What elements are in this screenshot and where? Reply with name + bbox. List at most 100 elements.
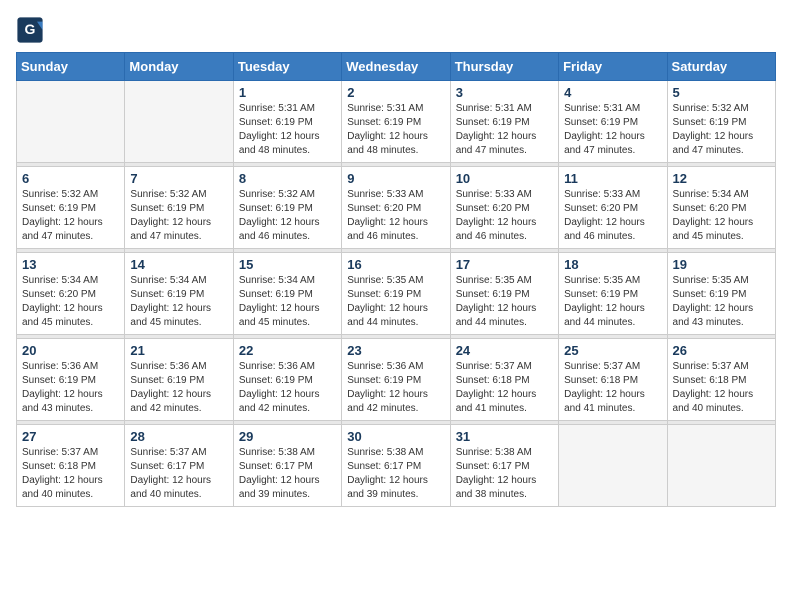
- calendar-day: 24 Sunrise: 5:37 AM Sunset: 6:18 PM Dayli…: [450, 339, 558, 421]
- day-number: 26: [673, 343, 770, 358]
- day-info: Sunrise: 5:32 AM Sunset: 6:19 PM Dayligh…: [239, 188, 336, 244]
- calendar-day: 21Sunrise: 5:36 AM Sunset: 6:19 PM Dayli…: [125, 339, 233, 421]
- day-number: 24: [456, 343, 553, 358]
- day-header-thursday: Thursday: [450, 53, 558, 81]
- day-info: Sunrise: 5:37 AM Sunset: 6:18 PM Dayligh…: [22, 446, 119, 502]
- day-number: 8: [239, 171, 336, 186]
- day-info: Sunrise: 5:33 AM Sunset: 6:20 PM Dayligh…: [347, 188, 444, 244]
- day-info: Sunrise: 5:37 AM Sunset: 6:18 PM Dayligh…: [564, 360, 661, 416]
- day-number: 10: [456, 171, 553, 186]
- day-info: Sunrise: 5:34 AM Sunset: 6:20 PM Dayligh…: [22, 274, 119, 330]
- calendar-day: 27 Sunrise: 5:37 AM Sunset: 6:18 PM Dayli…: [17, 425, 125, 507]
- day-number: 2: [347, 85, 444, 100]
- day-info: Sunrise: 5:31 AM Sunset: 6:19 PM Dayligh…: [347, 102, 444, 158]
- calendar-week-1: 1 Sunrise: 5:31 AM Sunset: 6:19 PM Daylig…: [17, 81, 776, 163]
- calendar-body: 1 Sunrise: 5:31 AM Sunset: 6:19 PM Daylig…: [17, 81, 776, 507]
- calendar-day: 10 Sunrise: 5:33 AM Sunset: 6:20 PM Dayli…: [450, 167, 558, 249]
- calendar-day: 8 Sunrise: 5:32 AM Sunset: 6:19 PM Daylig…: [233, 167, 341, 249]
- calendar-day: [17, 81, 125, 163]
- day-info: Sunrise: 5:35 AM Sunset: 6:19 PM Dayligh…: [456, 274, 553, 330]
- day-info: Sunrise: 5:32 AM Sunset: 6:19 PM Dayligh…: [130, 188, 227, 244]
- day-number: 15: [239, 257, 336, 272]
- day-number: 31: [456, 429, 553, 444]
- day-header-friday: Friday: [559, 53, 667, 81]
- calendar-week-5: 27 Sunrise: 5:37 AM Sunset: 6:18 PM Dayli…: [17, 425, 776, 507]
- day-info: Sunrise: 5:38 AM Sunset: 6:17 PM Dayligh…: [456, 446, 553, 502]
- day-info: Sunrise: 5:31 AM Sunset: 6:19 PM Dayligh…: [564, 102, 661, 158]
- calendar-day: 4Sunrise: 5:31 AM Sunset: 6:19 PM Daylig…: [559, 81, 667, 163]
- day-info: Sunrise: 5:31 AM Sunset: 6:19 PM Dayligh…: [239, 102, 336, 158]
- calendar-week-4: 20Sunrise: 5:36 AM Sunset: 6:19 PM Dayli…: [17, 339, 776, 421]
- calendar-day: 29 Sunrise: 5:38 AM Sunset: 6:17 PM Dayli…: [233, 425, 341, 507]
- calendar-day: 18 Sunrise: 5:35 AM Sunset: 6:19 PM Dayli…: [559, 253, 667, 335]
- day-info: Sunrise: 5:36 AM Sunset: 6:19 PM Dayligh…: [22, 360, 119, 416]
- day-number: 16: [347, 257, 444, 272]
- calendar-day: 6 Sunrise: 5:32 AM Sunset: 6:19 PM Daylig…: [17, 167, 125, 249]
- day-info: Sunrise: 5:34 AM Sunset: 6:19 PM Dayligh…: [130, 274, 227, 330]
- day-number: 25: [564, 343, 661, 358]
- day-header-sunday: Sunday: [17, 53, 125, 81]
- day-number: 19: [673, 257, 770, 272]
- day-info: Sunrise: 5:36 AM Sunset: 6:19 PM Dayligh…: [347, 360, 444, 416]
- calendar-day: 5 Sunrise: 5:32 AM Sunset: 6:19 PM Daylig…: [667, 81, 775, 163]
- day-info: Sunrise: 5:35 AM Sunset: 6:19 PM Dayligh…: [347, 274, 444, 330]
- day-number: 23: [347, 343, 444, 358]
- day-info: Sunrise: 5:34 AM Sunset: 6:20 PM Dayligh…: [673, 188, 770, 244]
- calendar-day: 22 Sunrise: 5:36 AM Sunset: 6:19 PM Dayli…: [233, 339, 341, 421]
- day-number: 1: [239, 85, 336, 100]
- day-info: Sunrise: 5:36 AM Sunset: 6:19 PM Dayligh…: [239, 360, 336, 416]
- calendar-day: 30Sunrise: 5:38 AM Sunset: 6:17 PM Dayli…: [342, 425, 450, 507]
- calendar-day: 12Sunrise: 5:34 AM Sunset: 6:20 PM Dayli…: [667, 167, 775, 249]
- calendar-day: 25 Sunrise: 5:37 AM Sunset: 6:18 PM Dayli…: [559, 339, 667, 421]
- calendar-header-row: SundayMondayTuesdayWednesdayThursdayFrid…: [17, 53, 776, 81]
- day-info: Sunrise: 5:37 AM Sunset: 6:18 PM Dayligh…: [673, 360, 770, 416]
- day-info: Sunrise: 5:31 AM Sunset: 6:19 PM Dayligh…: [456, 102, 553, 158]
- day-number: 9: [347, 171, 444, 186]
- svg-text:G: G: [25, 21, 36, 37]
- calendar-day: 19 Sunrise: 5:35 AM Sunset: 6:19 PM Dayli…: [667, 253, 775, 335]
- day-info: Sunrise: 5:32 AM Sunset: 6:19 PM Dayligh…: [22, 188, 119, 244]
- calendar-table: SundayMondayTuesdayWednesdayThursdayFrid…: [16, 52, 776, 507]
- day-info: Sunrise: 5:34 AM Sunset: 6:19 PM Dayligh…: [239, 274, 336, 330]
- calendar-day: 9 Sunrise: 5:33 AM Sunset: 6:20 PM Daylig…: [342, 167, 450, 249]
- day-number: 14: [130, 257, 227, 272]
- day-info: Sunrise: 5:37 AM Sunset: 6:17 PM Dayligh…: [130, 446, 227, 502]
- day-info: Sunrise: 5:32 AM Sunset: 6:19 PM Dayligh…: [673, 102, 770, 158]
- day-info: Sunrise: 5:38 AM Sunset: 6:17 PM Dayligh…: [347, 446, 444, 502]
- day-info: Sunrise: 5:33 AM Sunset: 6:20 PM Dayligh…: [456, 188, 553, 244]
- calendar-day: 31 Sunrise: 5:38 AM Sunset: 6:17 PM Dayli…: [450, 425, 558, 507]
- calendar-day: 15 Sunrise: 5:34 AM Sunset: 6:19 PM Dayli…: [233, 253, 341, 335]
- day-number: 6: [22, 171, 119, 186]
- day-info: Sunrise: 5:37 AM Sunset: 6:18 PM Dayligh…: [456, 360, 553, 416]
- day-number: 17: [456, 257, 553, 272]
- logo-icon: G: [16, 16, 44, 44]
- calendar-day: 14 Sunrise: 5:34 AM Sunset: 6:19 PM Dayli…: [125, 253, 233, 335]
- calendar-day: 13Sunrise: 5:34 AM Sunset: 6:20 PM Dayli…: [17, 253, 125, 335]
- calendar-week-2: 6 Sunrise: 5:32 AM Sunset: 6:19 PM Daylig…: [17, 167, 776, 249]
- day-info: Sunrise: 5:33 AM Sunset: 6:20 PM Dayligh…: [564, 188, 661, 244]
- day-number: 29: [239, 429, 336, 444]
- calendar-day: [667, 425, 775, 507]
- calendar-day: 11 Sunrise: 5:33 AM Sunset: 6:20 PM Dayli…: [559, 167, 667, 249]
- calendar-day: 3 Sunrise: 5:31 AM Sunset: 6:19 PM Daylig…: [450, 81, 558, 163]
- calendar-day: [559, 425, 667, 507]
- day-number: 7: [130, 171, 227, 186]
- day-header-saturday: Saturday: [667, 53, 775, 81]
- day-info: Sunrise: 5:35 AM Sunset: 6:19 PM Dayligh…: [673, 274, 770, 330]
- calendar-day: 26 Sunrise: 5:37 AM Sunset: 6:18 PM Dayli…: [667, 339, 775, 421]
- day-info: Sunrise: 5:35 AM Sunset: 6:19 PM Dayligh…: [564, 274, 661, 330]
- calendar-day: 17 Sunrise: 5:35 AM Sunset: 6:19 PM Dayli…: [450, 253, 558, 335]
- page-header: G: [16, 16, 776, 44]
- day-number: 18: [564, 257, 661, 272]
- day-number: 22: [239, 343, 336, 358]
- day-number: 27: [22, 429, 119, 444]
- day-number: 5: [673, 85, 770, 100]
- day-number: 28: [130, 429, 227, 444]
- day-info: Sunrise: 5:38 AM Sunset: 6:17 PM Dayligh…: [239, 446, 336, 502]
- calendar-day: 16 Sunrise: 5:35 AM Sunset: 6:19 PM Dayli…: [342, 253, 450, 335]
- day-number: 11: [564, 171, 661, 186]
- calendar-day: [125, 81, 233, 163]
- logo: G: [16, 16, 48, 44]
- day-header-monday: Monday: [125, 53, 233, 81]
- day-number: 3: [456, 85, 553, 100]
